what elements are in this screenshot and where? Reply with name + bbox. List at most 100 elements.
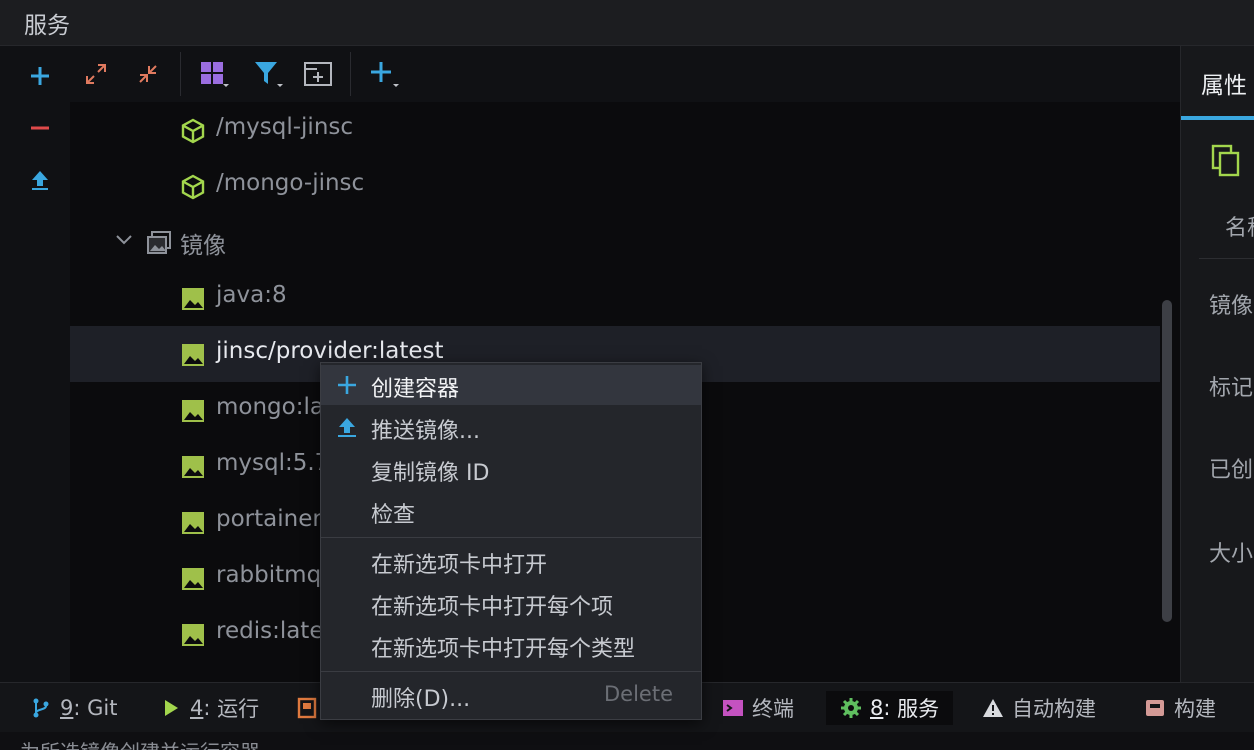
- warning-icon: [983, 699, 1003, 717]
- terminal-tool-button[interactable]: 终端: [722, 691, 794, 725]
- image-icon: [182, 400, 204, 422]
- open-in-new-tab-button[interactable]: [298, 54, 338, 94]
- branch-icon: [33, 698, 49, 718]
- properties-panel: 属性 名称 镜像 标记 已创建 大小: [1180, 46, 1254, 682]
- property-label: 已创建: [1209, 458, 1254, 483]
- build-label: 构建: [1174, 697, 1216, 721]
- push-icon: [32, 171, 48, 190]
- git-tool-button[interactable]: 9: Git: [30, 691, 117, 725]
- menu-item-inspect[interactable]: 检查: [321, 491, 701, 531]
- tool-window-title: 服务: [24, 13, 70, 39]
- expand-all-button[interactable]: [76, 54, 116, 94]
- image-icon: [182, 624, 204, 646]
- menu-item-delete[interactable]: 删除(D)... Delete: [321, 675, 701, 715]
- menu-item-copy-image-id[interactable]: 复制镜像 ID: [321, 449, 701, 489]
- git-key: 9: [60, 696, 74, 720]
- menu-item-label: 在新选项卡中打开每个项: [371, 595, 614, 620]
- status-hint-text: 为所选镜像创建并运行容器: [20, 736, 260, 750]
- tree-group-label: 镜像: [180, 233, 226, 259]
- services-key: 8: [870, 696, 884, 720]
- tree-item-label: /mongo-jinsc: [216, 170, 365, 196]
- tool-window-header: 服务: [0, 0, 1254, 46]
- tree-group-images[interactable]: 镜像: [70, 214, 1160, 270]
- menu-item-push-image[interactable]: 推送镜像...: [321, 407, 701, 447]
- auto-build-label: 自动构建: [1012, 697, 1096, 721]
- group-by-button[interactable]: [194, 54, 234, 94]
- menu-item-label: 检查: [371, 503, 416, 528]
- left-action-strip: [0, 46, 70, 682]
- image-icon: [182, 568, 204, 590]
- tab-underline: [1181, 116, 1254, 120]
- filter-button[interactable]: [248, 54, 288, 94]
- new-tab-icon: [304, 62, 332, 86]
- menu-item-label: 删除(D)...: [371, 687, 471, 712]
- filter-icon: [255, 62, 283, 87]
- build-tool-button[interactable]: 构建: [1144, 691, 1216, 725]
- gear-icon: [841, 698, 861, 718]
- menu-separator: [321, 671, 701, 672]
- property-label: 标记: [1209, 376, 1254, 401]
- add-icon: [31, 67, 49, 85]
- chevron-down-icon[interactable]: [112, 228, 136, 252]
- menu-item-open-in-new-tab[interactable]: 在新选项卡中打开: [321, 541, 701, 581]
- tree-item-label: /mysql-jinsc: [216, 114, 354, 140]
- menu-separator: [321, 537, 701, 538]
- add-service-icon: [371, 62, 399, 87]
- remove-icon: [31, 126, 49, 130]
- run-label: 运行: [217, 697, 260, 721]
- context-menu: 创建容器 推送镜像... 复制镜像 ID 检查 在新选项卡中打开 在新选项卡中打…: [320, 362, 702, 720]
- menu-item-label: 在新选项卡中打开: [371, 553, 548, 578]
- tree-item-label: mysql:5.7: [216, 450, 330, 476]
- add-service-button[interactable]: [364, 54, 404, 94]
- menu-item-label: 复制镜像 ID: [371, 461, 490, 486]
- images-folder-icon: [147, 231, 171, 254]
- menu-item-open-each-in-new-tab[interactable]: 在新选项卡中打开每个项: [321, 583, 701, 623]
- git-label: Git: [87, 696, 118, 720]
- property-label: 镜像: [1209, 294, 1254, 319]
- menu-item-create-container[interactable]: 创建容器: [321, 365, 701, 405]
- group-icon: [201, 62, 229, 87]
- menu-item-label: 在新选项卡中打开每个类型: [371, 637, 636, 662]
- menu-item-label: 创建容器: [371, 377, 460, 402]
- image-icon: [182, 512, 204, 534]
- tree-item-label: jinsc/provider:latest: [216, 338, 444, 364]
- upload-icon: [338, 418, 356, 437]
- services-tool-button[interactable]: 8: 服务: [826, 691, 954, 725]
- tree-item-label: java:8: [216, 282, 287, 308]
- services-toolbar: [70, 46, 1180, 102]
- collapse-all-icon: [139, 65, 157, 83]
- run-tool-button[interactable]: 4: 运行: [160, 691, 259, 725]
- tree-item-container[interactable]: /mysql-jinsc: [70, 102, 1160, 158]
- tree-item-container[interactable]: /mongo-jinsc: [70, 158, 1160, 214]
- status-hint: 为所选镜像创建并运行容器: [0, 732, 1254, 750]
- copy-icon[interactable]: [1211, 144, 1241, 178]
- tree-scrollbar[interactable]: [1162, 300, 1172, 622]
- run-icon: [165, 700, 178, 716]
- push-button[interactable]: [20, 160, 60, 200]
- run-key: 4: [190, 696, 204, 720]
- plus-icon: [338, 376, 356, 394]
- terminal-label: 终端: [752, 697, 794, 721]
- tree-item-image[interactable]: java:8: [70, 270, 1160, 326]
- menu-item-shortcut: Delete: [604, 682, 673, 706]
- tab-properties[interactable]: 属性: [1201, 66, 1247, 100]
- container-icon: [181, 118, 205, 144]
- bookmark-icon: [297, 697, 317, 719]
- services-label: 服务: [897, 697, 940, 721]
- divider: [1199, 258, 1254, 259]
- menu-item-open-each-type-in-new-tab[interactable]: 在新选项卡中打开每个类型: [321, 625, 701, 665]
- menu-item-label: 推送镜像...: [371, 419, 480, 444]
- expand-all-icon: [86, 64, 106, 84]
- property-label: 大小: [1209, 542, 1254, 567]
- remove-button[interactable]: [20, 108, 60, 148]
- auto-build-tool-button[interactable]: 自动构建: [982, 691, 1096, 725]
- image-icon: [182, 344, 204, 366]
- image-icon: [182, 456, 204, 478]
- container-icon: [181, 174, 205, 200]
- terminal-icon: [723, 700, 743, 716]
- collapse-all-button[interactable]: [128, 54, 168, 94]
- image-icon: [182, 288, 204, 310]
- build-icon: [1146, 700, 1164, 716]
- property-label: 名称: [1225, 216, 1254, 241]
- add-button[interactable]: [20, 56, 60, 96]
